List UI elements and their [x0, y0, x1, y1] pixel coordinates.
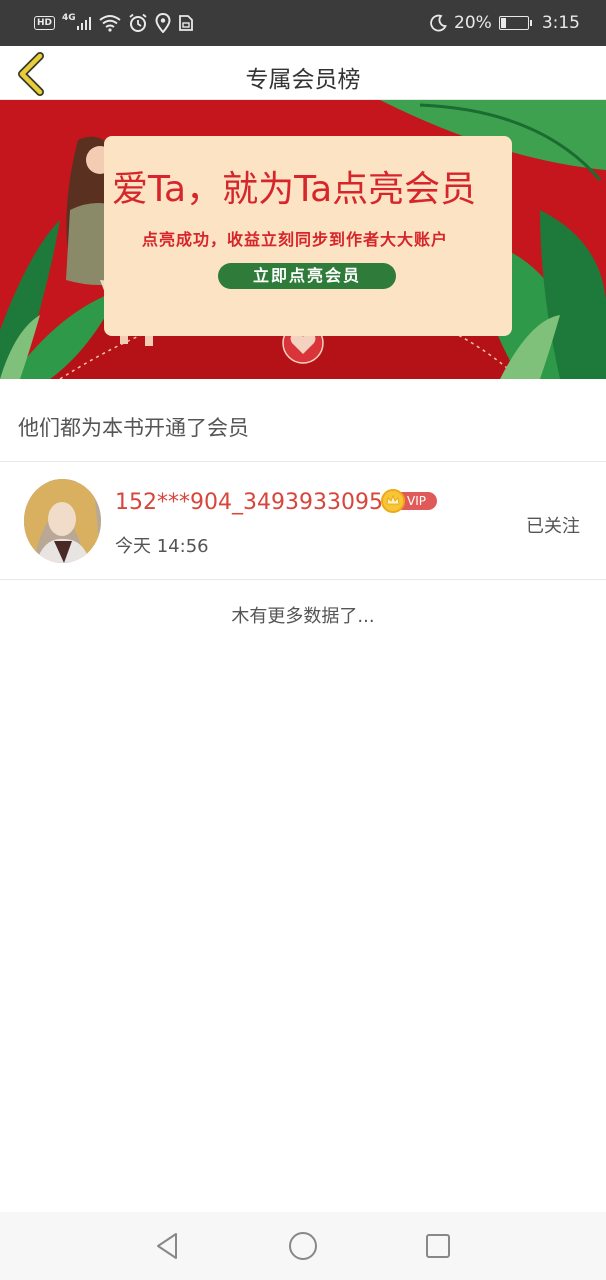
crown-icon: [381, 489, 405, 513]
system-nav-bar: [0, 1212, 606, 1280]
battery-percent: 20%: [454, 13, 492, 33]
promo-banner[interactable]: 爱Ta，就为Ta点亮会员 点亮成功，收益立刻同步到作者大大账户 立即点亮会员: [0, 100, 606, 379]
status-bar: HD 4G 20% 3:15: [0, 0, 606, 46]
back-triangle-icon: [157, 1233, 177, 1259]
sim-icon: [178, 14, 194, 32]
battery-fill: [500, 18, 507, 28]
avatar-image: [24, 479, 101, 563]
signal-icon: 4G: [62, 13, 92, 31]
network-type-label: 4G: [62, 13, 76, 23]
section-heading: 他们都为本书开通了会员: [18, 416, 249, 440]
member-time: 今天 14:56: [115, 536, 209, 557]
avatar[interactable]: [24, 479, 101, 563]
list-end-text: 木有更多数据了...: [231, 606, 375, 627]
location-icon: [155, 13, 171, 33]
member-list-item[interactable]: 152***904_3493933095 VIP 今天 14:56 已关注: [0, 462, 606, 580]
alarm-icon: [128, 13, 148, 33]
status-bar-left: HD 4G: [34, 13, 194, 33]
battery-icon: [498, 16, 532, 30]
nav-home-button[interactable]: [285, 1228, 321, 1264]
back-button[interactable]: [12, 52, 52, 96]
clock: 3:15: [541, 13, 580, 33]
light-up-membership-button[interactable]: 立即点亮会员: [218, 263, 396, 289]
vip-badge: VIP: [381, 489, 437, 513]
status-bar-right: 20% 3:15: [429, 13, 580, 33]
moon-icon: [429, 14, 447, 32]
nav-recents-button[interactable]: [420, 1228, 456, 1264]
hd-icon: HD: [34, 16, 56, 30]
app-header: 专属会员榜: [0, 46, 606, 100]
follow-status-button[interactable]: 已关注: [526, 512, 580, 538]
member-username[interactable]: 152***904_3493933095: [115, 490, 383, 515]
chevron-left-icon: [18, 52, 44, 96]
nav-back-button[interactable]: [150, 1228, 186, 1264]
wifi-icon: [99, 14, 121, 32]
banner-subtitle: 点亮成功，收益立刻同步到作者大大账户: [142, 230, 449, 249]
recents-square-icon: [426, 1234, 450, 1258]
banner-title: 爱Ta，就为Ta点亮会员: [112, 169, 477, 210]
home-circle-icon: [289, 1232, 317, 1260]
